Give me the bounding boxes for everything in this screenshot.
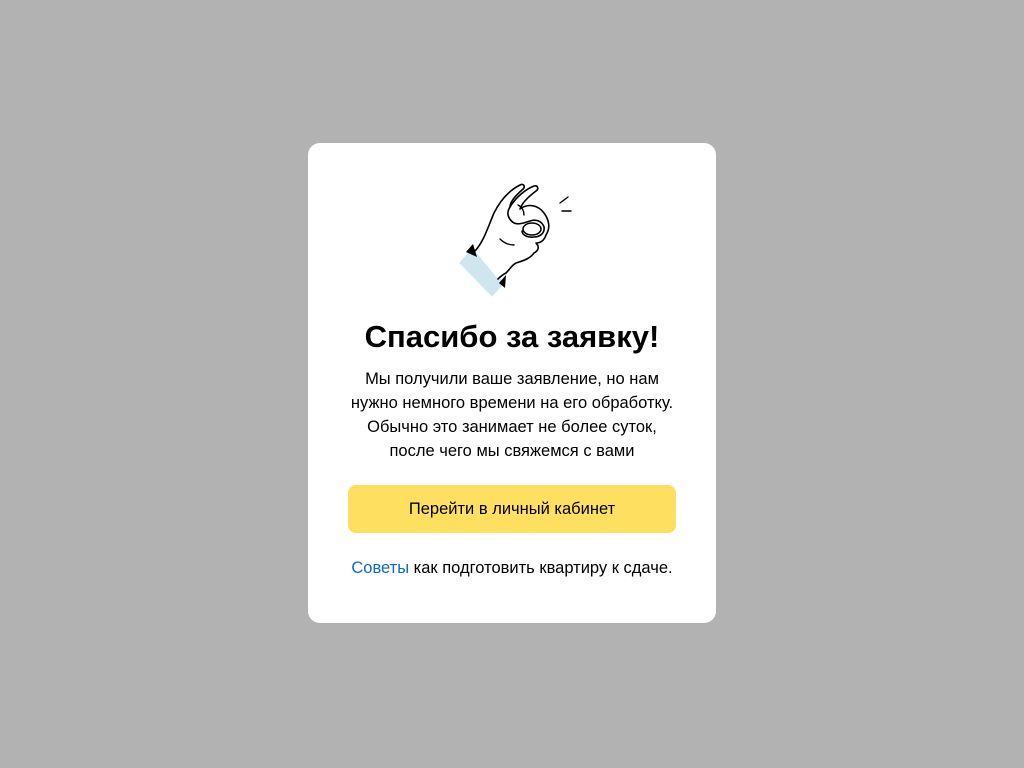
modal-title: Спасибо за заявку! <box>364 319 660 354</box>
go-to-personal-account-button[interactable]: Перейти в личный кабинет <box>348 485 676 533</box>
modal-message-line: после чего мы свяжемся с вами <box>389 442 635 460</box>
modal-message-line: нужно немного времени на его обработку. <box>350 394 674 412</box>
modal-message-line: Обычно это занимает не более суток, <box>367 418 657 436</box>
ok-hand-gesture-icon <box>448 177 578 307</box>
thank-you-modal: Спасибо за заявку! Мы получили ваше заяв… <box>308 143 716 623</box>
modal-message-line: Мы получили ваше заявление, но нам <box>365 370 659 388</box>
tips-text: как подготовить квартиру к сдаче. <box>409 559 673 577</box>
tips-link[interactable]: Советы <box>351 559 409 577</box>
modal-message: Мы получили ваше заявление, но нам нужно… <box>338 367 686 463</box>
tips-line: Советы как подготовить квартиру к сдаче. <box>308 557 716 579</box>
